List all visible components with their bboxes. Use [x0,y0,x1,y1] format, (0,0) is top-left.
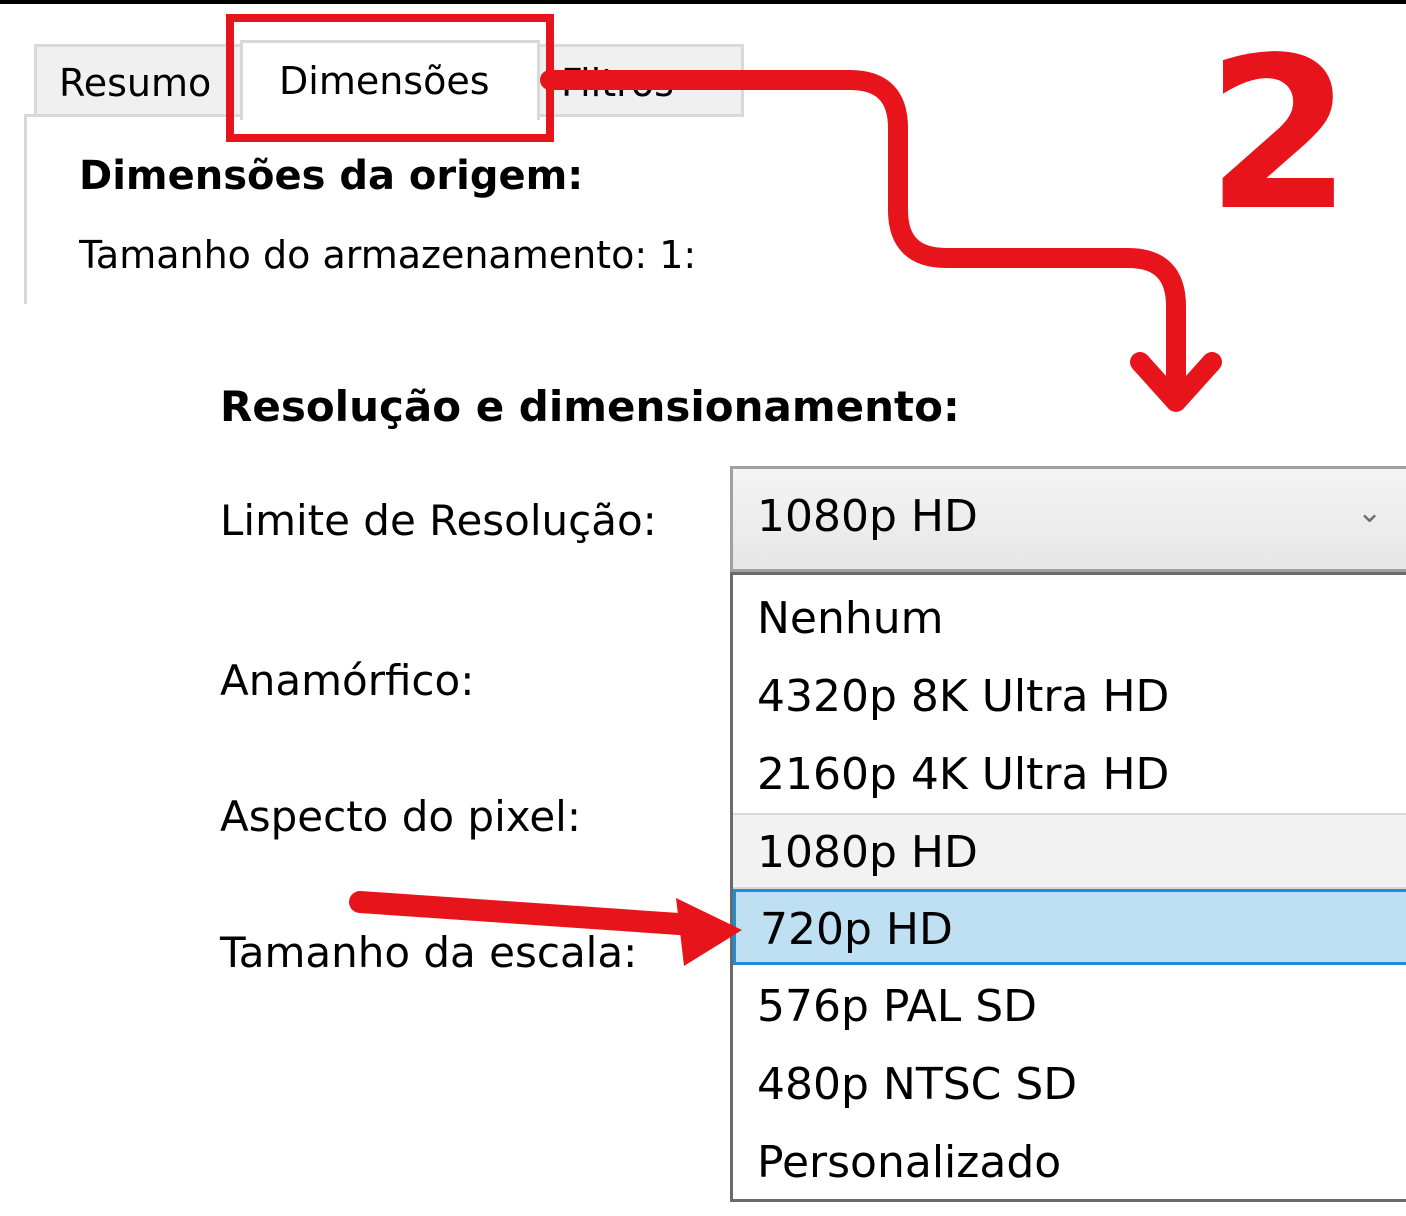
pointer-arrow-shaft [349,891,719,937]
option-2160p[interactable]: 2160p 4K Ultra HD [733,737,1406,813]
option-720p-hovered[interactable]: 720p HD [733,889,1406,965]
tab-filtros[interactable]: Filtros [534,44,744,116]
scale-size-label: Tamanho da escala: [220,928,638,977]
resolution-scaling-heading: Resolução e dimensionamento: [220,382,960,431]
pixel-aspect-label: Aspecto do pixel: [220,792,581,841]
anamorphic-label: Anamórfico: [220,656,475,705]
option-personalizado[interactable]: Personalizado [733,1125,1406,1201]
tab-filtros-label: Filtros [561,61,674,105]
option-480p[interactable]: 480p NTSC SD [733,1047,1406,1123]
tab-resumo-label: Resumo [59,61,212,105]
option-nenhum[interactable]: Nenhum [733,581,1406,657]
tab-resumo[interactable]: Resumo [34,44,244,116]
resolution-limit-select[interactable]: 1080p HD ⌄ [730,466,1406,572]
resolution-limit-dropdown: Nenhum 4320p 8K Ultra HD 2160p 4K Ultra … [730,572,1406,1202]
resolution-limit-value: 1080p HD [757,491,978,542]
resolution-limit-label: Limite de Resolução: [220,496,657,545]
step-number-annotation: 2 [1206,12,1353,257]
tab-highlight-box [226,14,554,142]
option-4320p[interactable]: 4320p 8K Ultra HD [733,659,1406,735]
storage-size-text: Tamanho do armazenamento: 1: [79,233,697,277]
option-576p[interactable]: 576p PAL SD [733,969,1406,1045]
source-dimensions-heading: Dimensões da origem: [79,153,584,199]
option-1080p-current[interactable]: 1080p HD [733,813,1406,889]
curved-arrow-head [1130,352,1222,412]
top-border [0,0,1406,4]
source-dimensions-panel: Dimensões da origem: Tamanho do armazena… [24,114,744,304]
chevron-down-icon[interactable]: ⌄ [1357,495,1382,530]
